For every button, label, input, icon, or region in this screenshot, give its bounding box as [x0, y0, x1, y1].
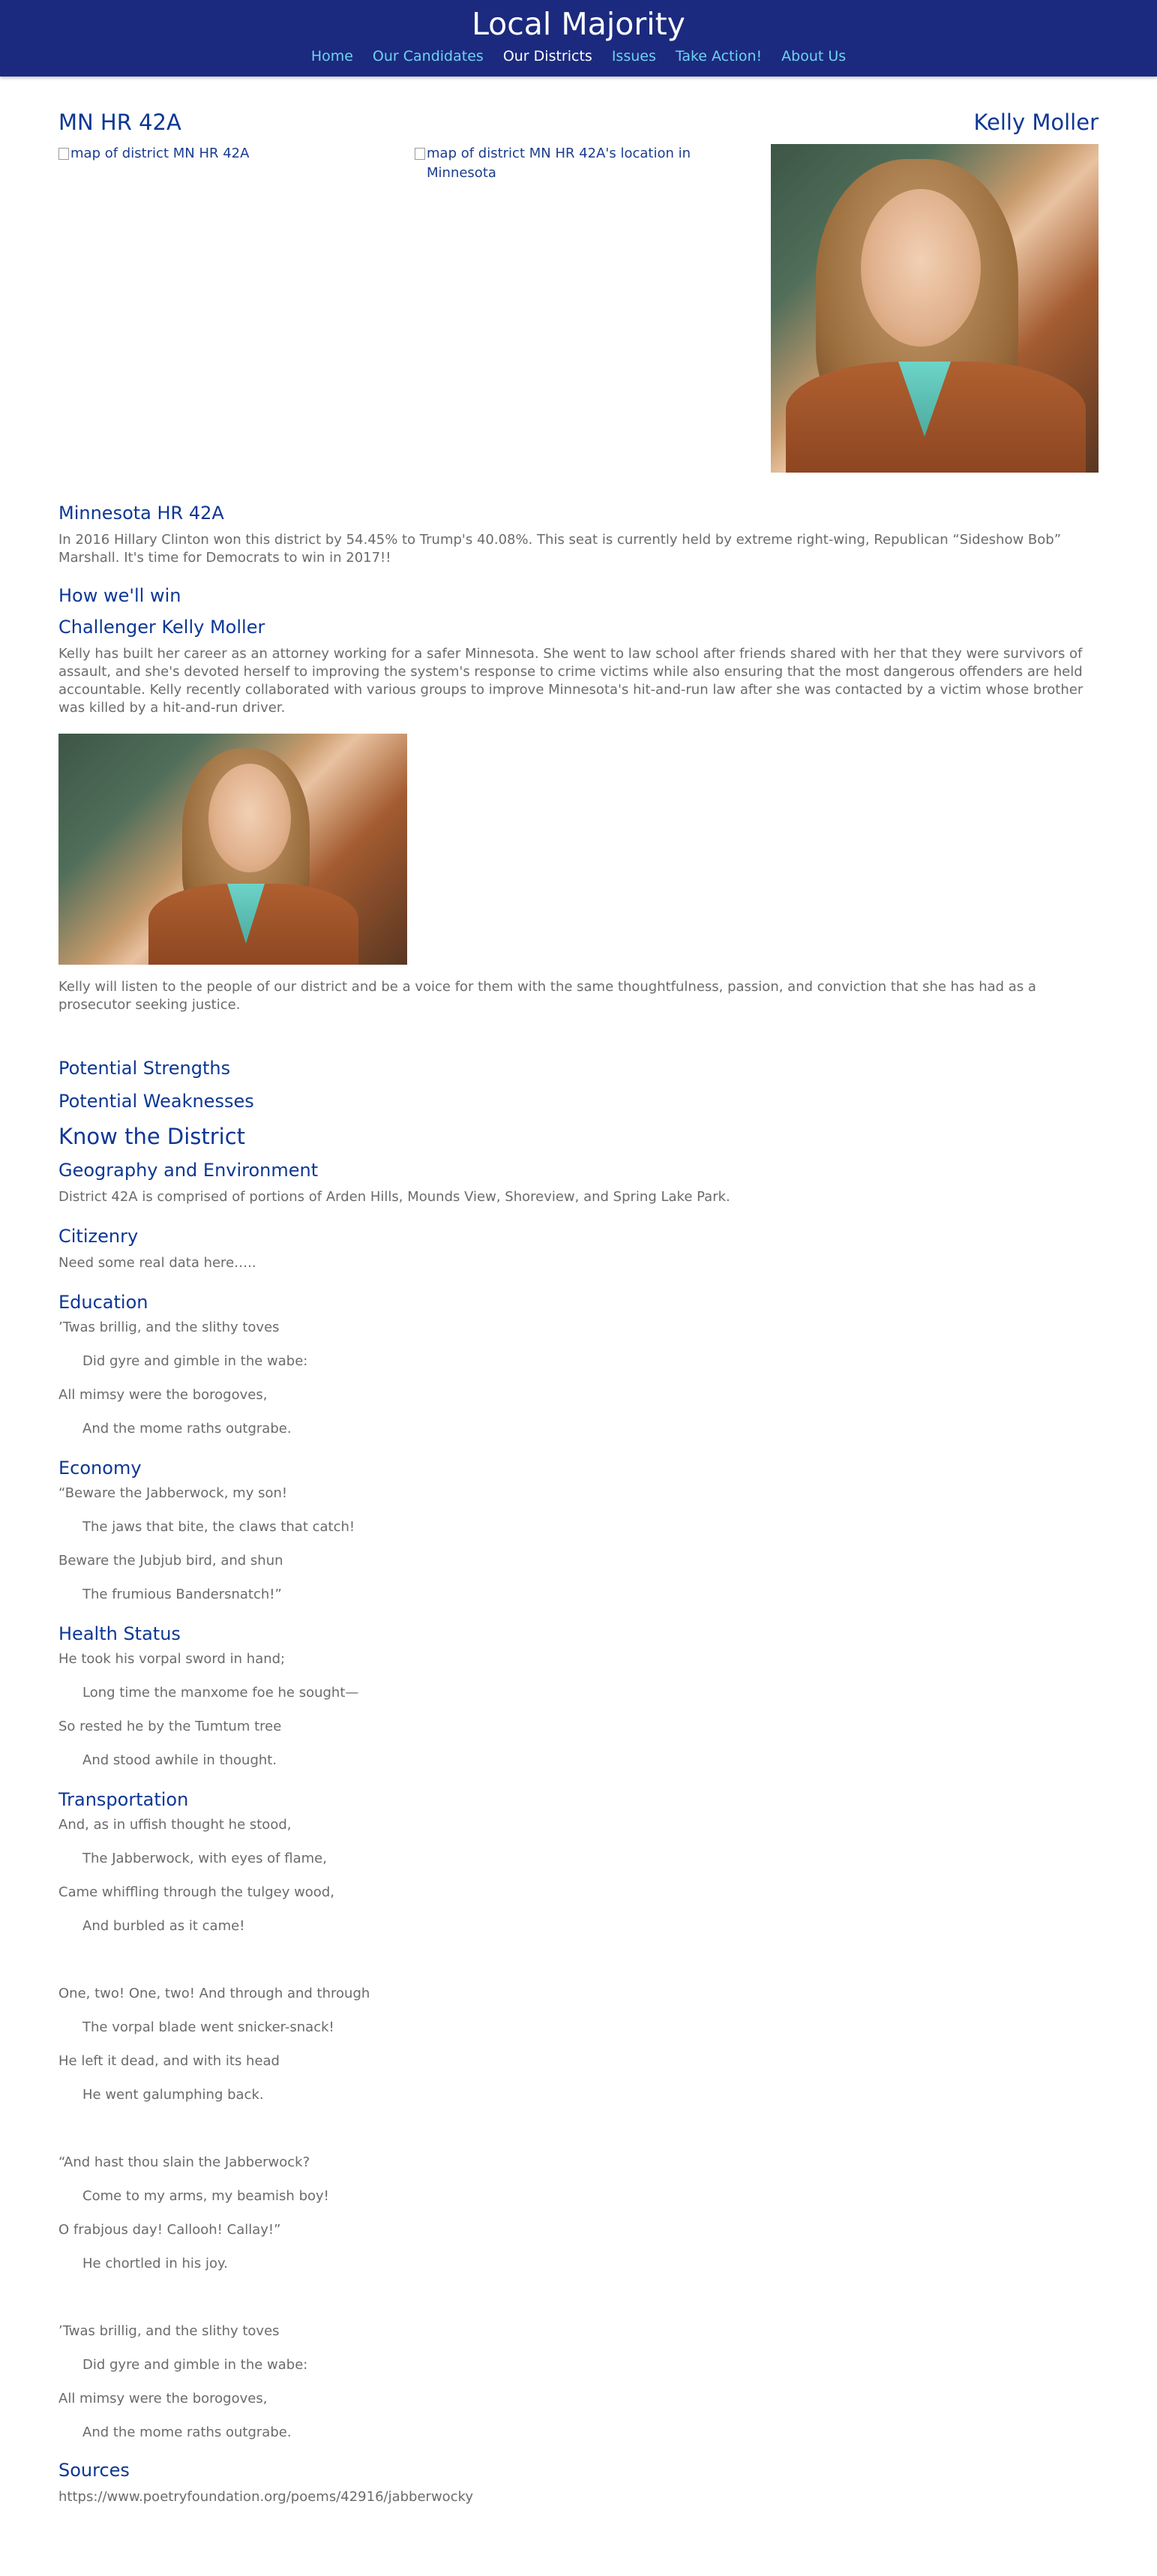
- district-map-alt: map of district MN HR 42A: [70, 146, 250, 161]
- weaknesses-heading: Potential Weaknesses: [58, 1091, 254, 1112]
- challenger-closing: Kelly will listen to the people of our d…: [58, 979, 1036, 1013]
- education-verse: ’Twas brillig, and the slithy toves Did …: [58, 1319, 1099, 1438]
- broken-image-icon: [415, 148, 425, 160]
- verse-line: Come to my arms, my beamish boy!: [82, 2188, 329, 2204]
- strengths-heading: Potential Strengths: [58, 1058, 231, 1079]
- verse-line: Did gyre and gimble in the wabe:: [82, 2357, 308, 2373]
- transportation-heading: Transportation: [58, 1789, 189, 1810]
- verse-line: The frumious Bandersnatch!”: [82, 1587, 282, 1602]
- district-title: MN HR 42A: [58, 110, 181, 135]
- verse-line: All mimsy were the borogoves,: [58, 1387, 268, 1403]
- verse-line: Long time the manxome foe he sought—: [82, 1685, 359, 1701]
- candidate-photo-secondary: [58, 734, 407, 965]
- verse-line: Came whiffling through the tulgey wood,: [58, 1884, 334, 1900]
- verse-line: And, as in uffish thought he stood,: [58, 1817, 292, 1833]
- geography-body: District 42A is comprised of portions of…: [58, 1189, 730, 1205]
- health-heading: Health Status: [58, 1623, 181, 1644]
- economy-verse: “Beware the Jabberwock, my son! The jaws…: [58, 1485, 1099, 1604]
- verse-line: And the mome raths outgrabe.: [82, 1421, 292, 1437]
- site-title[interactable]: Local Majority: [0, 5, 1157, 44]
- main-nav: Home Our Candidates Our Districts Issues…: [0, 48, 1157, 65]
- verse-line: O frabjous day! Callooh! Callay!”: [58, 2222, 281, 2238]
- district-map-image: map of district MN HR 42A: [58, 144, 343, 473]
- sources-heading: Sources: [58, 2460, 130, 2481]
- verse-line: Beware the Jubjub bird, and shun: [58, 1553, 283, 1569]
- source-link[interactable]: https://www.poetryfoundation.org/poems/4…: [58, 2488, 1099, 2506]
- location-map-image: map of district MN HR 42A's location in …: [415, 144, 700, 473]
- citizenry-body: Need some real data here…..: [58, 1255, 256, 1271]
- verse-line: “And hast thou slain the Jabberwock?: [58, 2154, 310, 2170]
- nav-about-us[interactable]: About Us: [781, 48, 846, 65]
- verse-line: And the mome raths outgrabe.: [82, 2424, 292, 2440]
- verse-line: He took his vorpal sword in hand;: [58, 1651, 286, 1667]
- education-heading: Education: [58, 1292, 148, 1313]
- know-district-heading: Know the District: [58, 1124, 246, 1149]
- verse-line: He chortled in his joy.: [82, 2256, 228, 2271]
- nav-take-action[interactable]: Take Action!: [676, 48, 762, 65]
- nav-home[interactable]: Home: [311, 48, 353, 65]
- challenger-bio: Kelly has built her career as an attorne…: [58, 646, 1084, 716]
- location-map-alt: map of district MN HR 42A's location in …: [427, 146, 691, 181]
- nav-our-candidates[interactable]: Our Candidates: [373, 48, 484, 65]
- district-images: map of district MN HR 42A map of distric…: [58, 144, 1099, 473]
- health-verse: He took his vorpal sword in hand; Long t…: [58, 1650, 1099, 1770]
- site-header: Local Majority Home Our Candidates Our D…: [0, 0, 1157, 77]
- verse-line: One, two! One, two! And through and thro…: [58, 1986, 370, 2001]
- district-summary: In 2016 Hillary Clinton won this distric…: [58, 532, 1062, 566]
- nav-our-districts[interactable]: Our Districts: [503, 48, 592, 65]
- economy-heading: Economy: [58, 1458, 142, 1479]
- nav-issues[interactable]: Issues: [612, 48, 656, 65]
- verse-line: And burbled as it came!: [82, 1918, 245, 1934]
- verse-line: And stood awhile in thought.: [82, 1752, 277, 1768]
- geography-heading: Geography and Environment: [58, 1160, 319, 1181]
- broken-image-icon: [58, 148, 69, 160]
- citizenry-heading: Citizenry: [58, 1226, 139, 1247]
- verse-line: “Beware the Jabberwock, my son!: [58, 1485, 288, 1501]
- verse-line: ’Twas brillig, and the slithy toves: [58, 1320, 280, 1335]
- how-we-win-heading: How we'll win: [58, 585, 181, 606]
- verse-line: ’Twas brillig, and the slithy toves: [58, 2323, 280, 2339]
- verse-line: All mimsy were the borogoves,: [58, 2391, 268, 2406]
- verse-line: He left it dead, and with its head: [58, 2053, 280, 2069]
- verse-line: The Jabberwock, with eyes of flame,: [82, 1851, 327, 1866]
- verse-line: Did gyre and gimble in the wabe:: [82, 1353, 308, 1369]
- candidate-name: Kelly Moller: [973, 110, 1099, 135]
- verse-line: So rested he by the Tumtum tree: [58, 1719, 282, 1734]
- district-heading: Minnesota HR 42A: [58, 503, 224, 524]
- challenger-heading: Challenger Kelly Moller: [58, 617, 265, 638]
- verse-line: He went galumphing back.: [82, 2087, 264, 2103]
- district-header: MN HR 42A Kelly Moller: [58, 110, 1099, 135]
- verse-line: The jaws that bite, the claws that catch…: [82, 1519, 355, 1535]
- transportation-verse: And, as in uffish thought he stood, The …: [58, 1816, 1099, 2442]
- candidate-photo: [771, 144, 1099, 473]
- verse-line: The vorpal blade went snicker-snack!: [82, 2019, 334, 2035]
- main-content: MN HR 42A Kelly Moller map of district M…: [0, 110, 1157, 2521]
